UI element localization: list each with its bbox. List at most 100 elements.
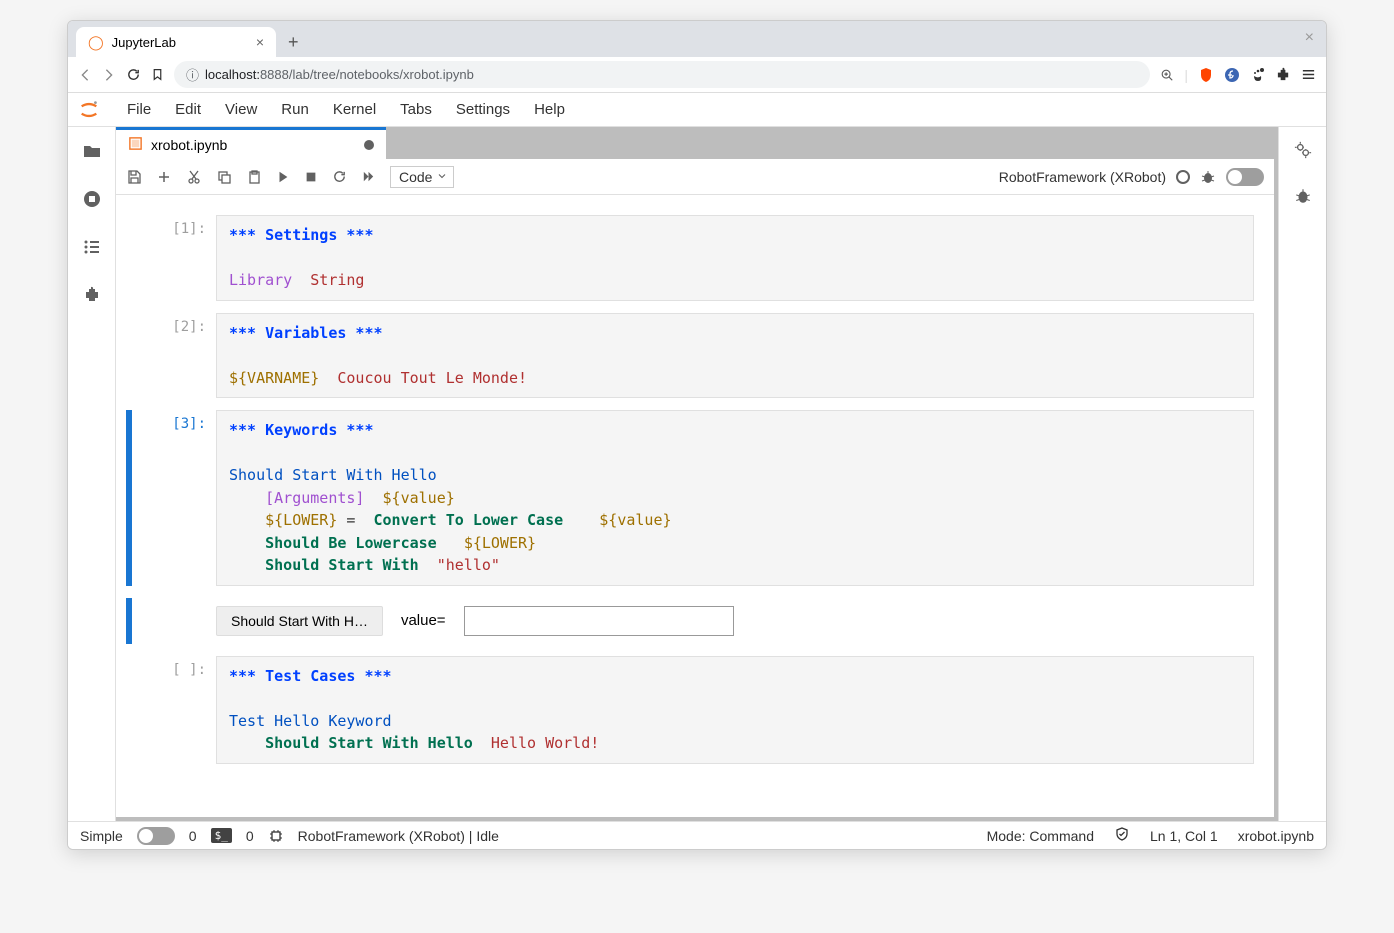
cell-prompt: [3]: [136,410,216,586]
code-editor[interactable]: *** Settings *** Library String [216,215,1254,301]
cell-marker [126,656,132,764]
forward-button[interactable] [102,68,116,82]
extensions-icon[interactable] [1276,67,1291,82]
site-info-icon[interactable]: ⓘ [186,65,199,84]
mode-indicator: Mode: Command [987,828,1094,844]
cell-type-select[interactable]: Code [390,166,454,188]
cell-type-dropdown[interactable]: Code [390,166,454,188]
simple-mode-label: Simple [80,828,123,844]
debugger-sidebar-icon[interactable] [1294,187,1312,205]
cut-button[interactable] [186,169,202,185]
unsaved-indicator-icon [364,140,374,150]
debug-toggle[interactable] [1226,168,1264,186]
new-tab-button[interactable]: + [284,28,303,57]
jupyterlab-app: File Edit View Run Kernel Tabs Settings … [68,93,1326,849]
url-path: 8888/lab/tree/notebooks/xrobot.ipynb [260,67,474,82]
terminals-count: 0 [246,828,254,844]
menu-kernel[interactable]: Kernel [321,95,388,124]
bookmark-icon[interactable] [151,68,164,81]
kernel-status-text: RobotFramework (XRobot) | Idle [298,828,499,844]
insert-cell-button[interactable] [156,169,172,185]
brave-shields-icon[interactable] [1198,67,1214,83]
notebook-cells[interactable]: [1]:*** Settings *** Library String[2]:*… [116,195,1274,817]
menu-edit[interactable]: Edit [163,95,213,124]
menu-settings[interactable]: Settings [444,95,522,124]
notebook-tab[interactable]: xrobot.ipynb [116,127,386,159]
stop-button[interactable] [304,170,318,184]
cell[interactable]: [1]:*** Settings *** Library String [126,215,1254,301]
cell-marker [126,410,132,586]
main-area: xrobot.ipynb [116,127,1278,821]
run-button[interactable] [276,170,290,184]
menu-run[interactable]: Run [269,95,321,124]
cell[interactable]: [ ]:*** Test Cases *** Test Hello Keywor… [126,656,1254,764]
kernel-name[interactable]: RobotFramework (XRobot) [999,169,1166,185]
gnome-icon[interactable] [1250,67,1266,83]
argument-label: value= [401,612,446,629]
trust-icon[interactable] [1114,826,1130,845]
browser-tab[interactable]: ◯ JupyterLab × [76,27,276,57]
fedora-icon[interactable] [1224,67,1240,83]
cell-prompt: [2]: [136,313,216,399]
copy-button[interactable] [216,169,232,185]
output-prompt [136,598,216,644]
browser-tab-strip: ◯ JupyterLab × + × [68,21,1326,57]
code-editor[interactable]: *** Keywords *** Should Start With Hello… [216,410,1254,586]
toc-icon[interactable] [82,237,102,257]
menu-tabs[interactable]: Tabs [388,95,444,124]
cursor-position: Ln 1, Col 1 [1150,828,1218,844]
kernel-status-icon[interactable] [1176,170,1190,184]
cell-body: *** Test Cases *** Test Hello Keyword Sh… [216,656,1254,764]
cell-prompt: [1]: [136,215,216,301]
notebook-icon [128,136,143,154]
right-sidebar [1278,127,1326,821]
cell[interactable]: [3]:*** Keywords *** Should Start With H… [126,410,1254,586]
debug-icon[interactable] [1200,169,1216,185]
cell-body: *** Settings *** Library String [216,215,1254,301]
url-host: localhost: [205,67,260,82]
paste-button[interactable] [246,169,262,185]
cell-body: *** Variables *** ${VARNAME} Coucou Tout… [216,313,1254,399]
kernel-usage-icon[interactable] [268,828,284,844]
code-editor[interactable]: *** Variables *** ${VARNAME} Coucou Tout… [216,313,1254,399]
menu-icon[interactable] [1301,67,1316,82]
cell-prompt: [ ]: [136,656,216,764]
reload-button[interactable] [126,67,141,82]
save-button[interactable] [126,169,142,185]
left-sidebar [68,127,116,821]
open-tabs-count: 0 [189,828,197,844]
notebook-tab-label: xrobot.ipynb [151,137,227,153]
menu-file[interactable]: File [115,95,163,124]
jupyter-logo-icon[interactable] [78,99,100,121]
cell-marker [126,313,132,399]
restart-run-all-button[interactable] [361,169,376,184]
cell-output-row: Should Start With H… value= [126,598,1254,644]
menu-view[interactable]: View [213,95,269,124]
menu-help[interactable]: Help [522,95,577,124]
browser-window: ◯ JupyterLab × + × ⓘ localhost:8888/lab/… [67,20,1327,850]
browser-tab-title: JupyterLab [112,35,176,50]
cell-marker [126,215,132,301]
keyword-run-button[interactable]: Should Start With H… [216,606,383,636]
browser-toolbar: ⓘ localhost:8888/lab/tree/notebooks/xrob… [68,57,1326,93]
restart-button[interactable] [332,169,347,184]
property-inspector-icon[interactable] [1294,141,1312,159]
extensions-sidebar-icon[interactable] [82,285,102,305]
address-bar[interactable]: ⓘ localhost:8888/lab/tree/notebooks/xrob… [174,61,1150,88]
back-button[interactable] [78,68,92,82]
argument-input[interactable] [464,606,734,636]
cell[interactable]: [2]:*** Variables *** ${VARNAME} Coucou … [126,313,1254,399]
code-editor[interactable]: *** Test Cases *** Test Hello Keyword Sh… [216,656,1254,764]
status-bar: Simple 0 $_ 0 RobotFramework (XRobot) | … [68,821,1326,849]
file-browser-icon[interactable] [82,141,102,161]
terminal-badge-icon[interactable]: $_ [211,828,232,843]
running-kernels-icon[interactable] [82,189,102,209]
filename-status: xrobot.ipynb [1238,828,1314,844]
cell-marker [126,598,132,644]
window-close-icon[interactable]: × [1305,29,1314,47]
simple-mode-toggle[interactable] [137,827,175,845]
zoom-icon[interactable] [1160,68,1174,82]
menu-bar: File Edit View Run Kernel Tabs Settings … [68,93,1326,127]
close-tab-icon[interactable]: × [256,34,264,50]
document-tabs: xrobot.ipynb [116,127,1278,159]
